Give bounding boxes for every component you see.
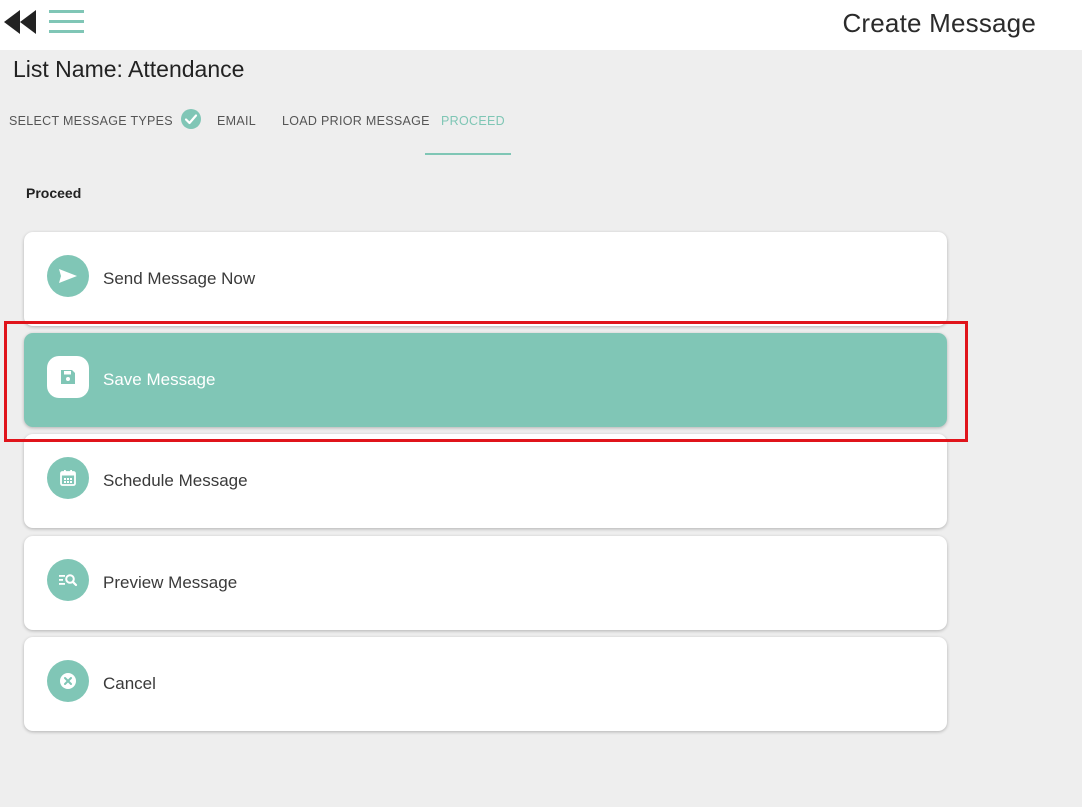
preview-message-button[interactable]: Preview Message <box>24 536 947 630</box>
list-name-heading: List Name: Attendance <box>13 56 245 82</box>
option-label: Preview Message <box>103 573 238 592</box>
preview-search-icon <box>47 559 89 601</box>
save-message-button[interactable]: Save Message <box>24 333 947 427</box>
cancel-button[interactable]: Cancel <box>24 637 947 731</box>
step-email[interactable]: EMAIL <box>217 114 256 128</box>
section-title: Proceed <box>26 185 82 201</box>
save-icon <box>47 356 89 398</box>
page-title: Create Message <box>842 8 1036 38</box>
stepper: SELECT MESSAGE TYPES EMAIL LOAD PRIOR ME… <box>0 100 600 156</box>
hamburger-menu-icon[interactable] <box>48 8 86 36</box>
option-label: Schedule Message <box>103 471 248 490</box>
send-message-now-button[interactable]: Send Message Now <box>24 232 947 326</box>
schedule-message-button[interactable]: Schedule Message <box>24 434 947 528</box>
check-circle-icon <box>181 109 201 129</box>
active-step-indicator <box>425 153 511 155</box>
option-label: Send Message Now <box>103 269 256 288</box>
double-chevron-left-icon[interactable] <box>4 9 38 35</box>
send-icon <box>47 255 89 297</box>
top-bar: Create Message <box>0 0 1082 50</box>
option-label: Save Message <box>103 370 216 389</box>
cancel-icon <box>47 660 89 702</box>
step-select-message-types[interactable]: SELECT MESSAGE TYPES <box>9 114 173 128</box>
calendar-icon <box>47 457 89 499</box>
option-label: Cancel <box>103 674 156 693</box>
step-proceed[interactable]: PROCEED <box>441 114 505 128</box>
step-load-prior-message[interactable]: LOAD PRIOR MESSAGE <box>282 114 430 128</box>
